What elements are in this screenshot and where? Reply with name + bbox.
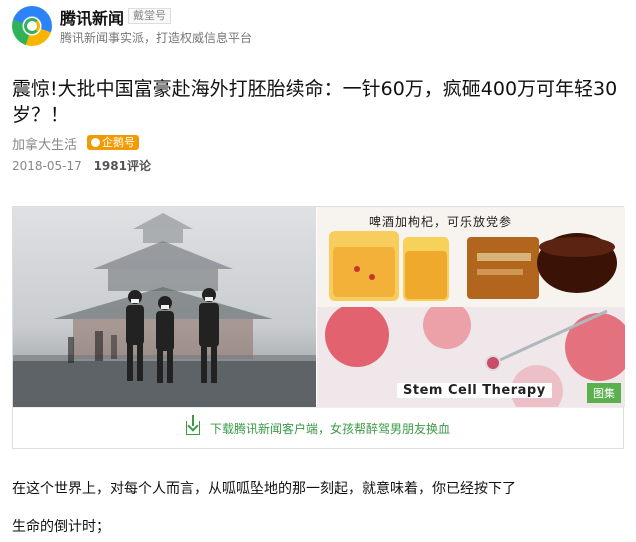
download-app-link[interactable]: 下载腾讯新闻客户端，女孩帮醉驾男朋友换血 [13, 407, 623, 449]
penguin-icon [91, 138, 100, 147]
stem-cell-image[interactable]: Stem Cell Therapy 图集 [317, 307, 625, 407]
brand-tag: 戴堂号 [128, 8, 171, 24]
body-paragraph-1: 在这个世界上，对每个人而言，从呱呱坠地的那一刻起，就意味着，你已经按下了 [12, 481, 516, 497]
comment-count[interactable]: 1981评论 [94, 159, 151, 173]
body-paragraph-2: 生命的倒计时； [12, 519, 110, 535]
drinks-illustration [329, 231, 617, 301]
article-meta: 2018-05-17 1981评论 [12, 157, 151, 174]
article-title: 震惊!大批中国富豪赴海外打胚胎续命：一针60万，疯砸400万可年轻30岁？！ [12, 78, 618, 126]
tencent-news-logo-icon[interactable] [12, 6, 52, 46]
article-content: 震惊!大批中国富豪赴海外打胚胎续命：一针60万，疯砸400万可年轻30岁？！ 加… [0, 54, 636, 542]
stem-cell-label: Stem Cell Therapy [397, 383, 552, 398]
publish-date: 2018-05-17 [12, 159, 82, 173]
drinks-image[interactable]: 啤酒加枸杞，可乐放党参 [317, 207, 625, 307]
author-name[interactable]: 加拿大生活 [12, 134, 77, 153]
app-header: 腾讯新闻 戴堂号 腾讯新闻事实派，打造权威信息平台 [0, 0, 636, 54]
smog-temple-image[interactable] [13, 207, 316, 407]
media-card[interactable]: 啤酒加枸杞，可乐放党参 Stem Cell Therapy 图集 下载腾讯新闻客… [12, 206, 625, 449]
author-badge-label: 企鹅号 [102, 136, 135, 149]
brand-subtitle: 腾讯新闻事实派，打造权威信息平台 [60, 31, 253, 45]
brand-name[interactable]: 腾讯新闻 [60, 5, 124, 29]
download-icon [185, 415, 200, 435]
download-text: 下载腾讯新闻客户端，女孩帮醉驾男朋友换血 [209, 422, 450, 436]
author-badge: 企鹅号 [87, 135, 139, 150]
gallery-tag[interactable]: 图集 [587, 383, 621, 403]
smog-temple-illustration [13, 207, 316, 407]
